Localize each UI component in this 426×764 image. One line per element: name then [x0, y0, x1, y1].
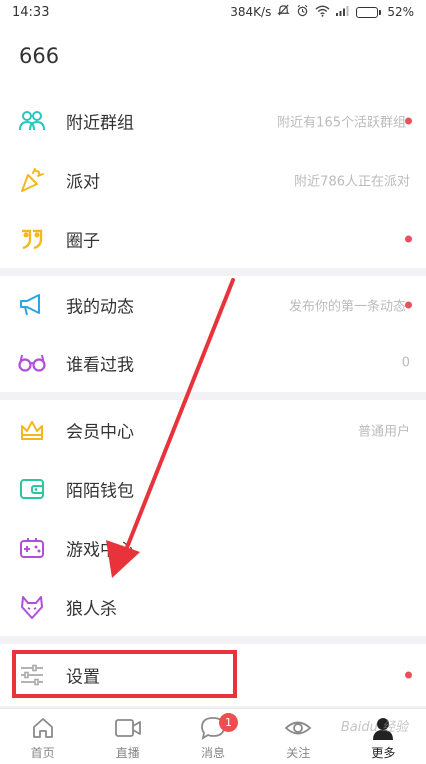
gamepad-icon: [18, 534, 46, 562]
megaphone-icon: [18, 291, 46, 319]
tab-label: 直播: [115, 746, 140, 760]
red-dot-badge: [405, 235, 412, 243]
menu-row-label: 圈子: [66, 231, 100, 252]
bottom-tabbar: 首页 直播 消息 1 关注 更多: [0, 708, 426, 764]
menu-row-hint: 附近有165个活跃群组: [277, 115, 406, 131]
menu-row-label: 会员中心: [66, 422, 134, 442]
menu-row-gamepad[interactable]: 游戏中心: [0, 518, 426, 577]
section-feed: 我的动态 发布你的第一条动态谁看过我 0: [0, 276, 426, 392]
tab-video[interactable]: 直播: [85, 709, 170, 764]
red-dot-badge: [405, 117, 412, 125]
menu-row-megaphone[interactable]: 我的动态 发布你的第一条动态: [0, 276, 426, 334]
menu-row-hint: 附近786人正在派对: [294, 174, 410, 190]
mute-icon: [277, 4, 290, 20]
menu-row-label: 我的动态: [66, 297, 134, 318]
network-speed: 384K/s: [230, 5, 272, 19]
menu-row-crown[interactable]: 会员中心 普通用户: [0, 400, 426, 459]
menu-row-label: 设置: [66, 667, 100, 688]
section-services: 会员中心 普通用户陌陌钱包游戏中心狼人杀: [0, 400, 426, 636]
menu-row-wallet[interactable]: 陌陌钱包: [0, 459, 426, 518]
circle-quote-icon: [18, 225, 46, 253]
profile-header[interactable]: 666: [0, 24, 426, 92]
glasses-icon: [18, 349, 46, 377]
status-bar: 14:33 384K/s 52%: [0, 0, 426, 24]
section-settings: 设置: [0, 644, 426, 706]
menu-row-wolf[interactable]: 狼人杀: [0, 577, 426, 636]
settings-sliders-icon: [18, 661, 46, 689]
profile-name: 666: [19, 44, 60, 68]
tab-more-person[interactable]: 更多: [341, 709, 426, 764]
more-person-icon: [368, 715, 398, 741]
menu-row-label: 派对: [66, 172, 100, 193]
status-time: 14:33: [12, 4, 50, 20]
tab-label: 关注: [286, 746, 311, 760]
battery-percent: 52%: [387, 5, 414, 19]
menu-row-glasses[interactable]: 谁看过我 0: [0, 334, 426, 392]
red-dot-badge: [405, 671, 412, 679]
battery-icon: [356, 6, 382, 18]
tab-label: 消息: [201, 746, 226, 760]
status-icons: 384K/s 52%: [230, 4, 414, 20]
wallet-icon: [18, 475, 46, 503]
eye-icon: [283, 715, 313, 741]
menu-row-group[interactable]: 附近群组 附近有165个活跃群组: [0, 92, 426, 150]
menu-row-label: 游戏中心: [66, 540, 134, 560]
section-social: 附近群组 附近有165个活跃群组派对 附近786人正在派对圈子: [0, 92, 426, 268]
menu-row-label: 附近群组: [66, 113, 134, 134]
party-icon: [18, 166, 46, 194]
signal-icon: [336, 5, 350, 19]
crown-icon: [18, 416, 46, 444]
red-dot-badge: [405, 301, 412, 309]
menu-row-label: 陌陌钱包: [66, 481, 134, 501]
tab-message[interactable]: 消息 1: [170, 709, 255, 764]
alarm-icon: [296, 4, 309, 20]
menu-row-hint: 0: [401, 355, 410, 371]
menu-row-hint: 发布你的第一条动态: [288, 299, 406, 315]
unread-badge: 1: [219, 713, 238, 732]
tab-home[interactable]: 首页: [0, 709, 85, 764]
tab-eye[interactable]: 关注: [256, 709, 341, 764]
group-icon: [18, 107, 46, 135]
video-icon: [113, 715, 143, 741]
wolf-icon: [18, 593, 46, 621]
menu-row-party[interactable]: 派对 附近786人正在派对: [0, 150, 426, 210]
tab-label: 首页: [30, 746, 55, 760]
menu-row-label: 狼人杀: [66, 599, 117, 619]
menu-row-hint: 普通用户: [357, 424, 410, 439]
wifi-icon: [315, 5, 330, 20]
menu-row-label: 谁看过我: [66, 355, 134, 376]
menu-row-settings-sliders[interactable]: 设置: [0, 644, 426, 706]
menu-row-circle-quote[interactable]: 圈子: [0, 210, 426, 268]
tab-label: 更多: [371, 746, 396, 760]
home-icon: [28, 715, 58, 741]
